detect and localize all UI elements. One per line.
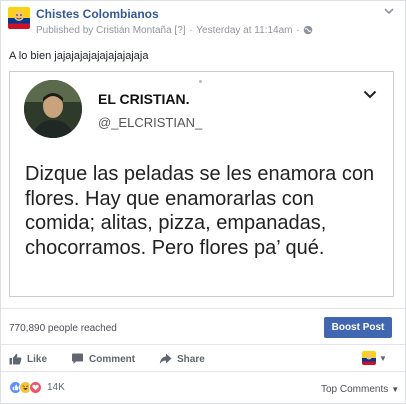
comment-sort-dropdown[interactable]: Top Comments ▼ — [321, 384, 399, 395]
meta-separator: · — [189, 25, 193, 36]
share-label: Share — [177, 353, 205, 365]
share-arrow-icon — [159, 353, 172, 365]
reactions-summary[interactable]: 14K — [9, 381, 65, 394]
page-avatar-small — [362, 351, 376, 365]
tweet-author-handle: @_ELCRISTIAN_ — [98, 115, 203, 130]
post-options-chevron-icon[interactable] — [384, 7, 394, 18]
comment-label: Comment — [89, 353, 136, 365]
page-name-link[interactable]: Chistes Colombianos — [36, 7, 159, 21]
post-text: A lo bien jajajajajajajajajajaja — [9, 50, 149, 62]
published-by[interactable]: Published by Cristián Montaña — [36, 25, 172, 36]
tweet-body: Dizque las peladas se les enamora con fl… — [25, 163, 375, 259]
comment-button[interactable]: Comment — [71, 353, 135, 365]
love-reaction-icon — [29, 381, 42, 394]
like-label: Like — [27, 353, 48, 365]
boost-post-button[interactable]: Boost Post — [324, 317, 392, 338]
tweet-author-avatar — [24, 80, 82, 138]
like-button[interactable]: Like — [9, 353, 47, 365]
meta-separator-2: · — [296, 25, 300, 36]
page-avatar[interactable] — [8, 7, 30, 29]
thumbs-up-icon — [9, 353, 22, 365]
tweet-dot — [199, 80, 202, 83]
caret-down-icon: ▼ — [379, 353, 387, 363]
divider — [1, 344, 405, 345]
post-timestamp[interactable]: Yesterday at 11:14am — [196, 25, 292, 36]
comment-icon — [71, 353, 84, 365]
comment-sort-label: Top Comments — [321, 384, 389, 395]
people-reached[interactable]: 770,890 people reached — [9, 323, 117, 334]
post-card: Chistes Colombianos Published by Cristiá… — [0, 0, 406, 404]
divider — [1, 371, 405, 372]
caret-down-icon: ▼ — [391, 385, 400, 394]
post-meta: Published by Cristián Montaña [?] · Yest… — [36, 25, 313, 38]
help-mark[interactable]: [?] — [174, 25, 185, 36]
reaction-count: 14K — [47, 382, 65, 393]
tweet-chevron-icon — [363, 86, 377, 104]
post-as-selector[interactable]: ▼ — [362, 351, 387, 365]
tweet-author-name: EL CRISTIAN. — [98, 91, 190, 107]
divider — [1, 308, 405, 309]
globe-icon — [303, 25, 313, 38]
tweet-image[interactable]: EL CRISTIAN. @_ELCRISTIAN_ Dizque las pe… — [9, 71, 394, 297]
share-button[interactable]: Share — [159, 353, 205, 365]
